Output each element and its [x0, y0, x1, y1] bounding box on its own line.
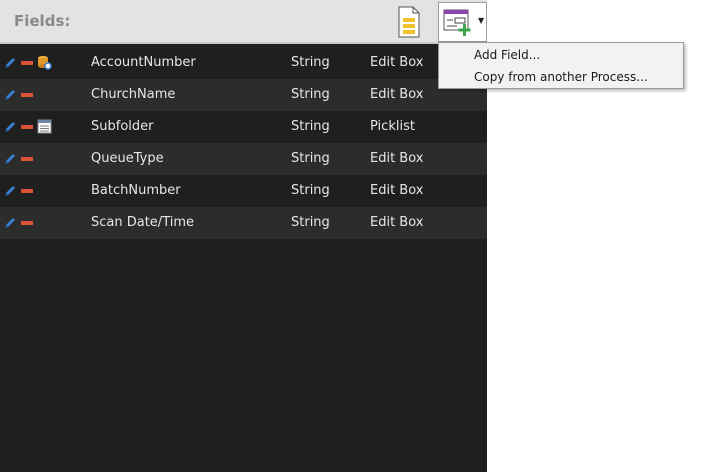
add-field-menu: Add Field... Copy from another Process..…: [438, 42, 684, 89]
field-control: Edit Box: [370, 151, 424, 166]
field-name: Subfolder: [91, 119, 154, 134]
field-type: String: [291, 55, 330, 70]
remove-icon[interactable]: [21, 157, 33, 161]
edit-pencil-icon[interactable]: [3, 120, 17, 134]
edit-pencil-icon[interactable]: [3, 184, 17, 198]
document-icon: [398, 6, 420, 38]
picklist-icon: [37, 119, 52, 134]
table-row[interactable]: AccountNumber String Edit Box: [0, 47, 487, 79]
table-row[interactable]: QueueType String Edit Box: [0, 143, 487, 175]
table-row[interactable]: ChurchName String Edit Box: [0, 79, 487, 111]
remove-icon[interactable]: [21, 93, 33, 97]
edit-pencil-icon[interactable]: [3, 152, 17, 166]
add-field-dropdown-button[interactable]: ▼: [438, 2, 487, 42]
field-type: String: [291, 183, 330, 198]
document-button[interactable]: [395, 6, 423, 38]
field-name: QueueType: [91, 151, 164, 166]
remove-icon[interactable]: [21, 189, 33, 193]
menu-item-copy-from-process[interactable]: Copy from another Process...: [474, 70, 648, 84]
fields-header: Fields: ▼: [0, 0, 487, 44]
chevron-down-icon[interactable]: ▼: [478, 16, 484, 25]
field-type: String: [291, 215, 330, 230]
field-type: String: [291, 119, 330, 134]
field-type: String: [291, 87, 330, 102]
table-row[interactable]: Scan Date/Time String Edit Box: [0, 207, 487, 239]
fields-list: AccountNumber String Edit Box ChurchName…: [0, 47, 487, 239]
database-lookup-icon: [38, 56, 52, 70]
table-row[interactable]: Subfolder String Picklist: [0, 111, 487, 143]
field-control: Edit Box: [370, 183, 424, 198]
field-control: Picklist: [370, 119, 415, 134]
remove-icon[interactable]: [21, 61, 33, 65]
edit-pencil-icon[interactable]: [3, 56, 17, 70]
field-name: Scan Date/Time: [91, 215, 195, 230]
field-name: BatchNumber: [91, 183, 181, 198]
remove-icon[interactable]: [21, 221, 33, 225]
field-control: Edit Box: [370, 215, 424, 230]
field-type: String: [291, 151, 330, 166]
fields-title: Fields:: [14, 12, 71, 30]
add-field-icon: [443, 9, 471, 36]
menu-item-add-field[interactable]: Add Field...: [474, 48, 540, 62]
field-name: ChurchName: [91, 87, 176, 102]
field-control: Edit Box: [370, 87, 424, 102]
remove-icon[interactable]: [21, 125, 33, 129]
field-control: Edit Box: [370, 55, 424, 70]
edit-pencil-icon[interactable]: [3, 88, 17, 102]
table-row[interactable]: BatchNumber String Edit Box: [0, 175, 487, 207]
field-name: AccountNumber: [91, 55, 196, 70]
fields-panel: Fields: ▼ AccountNumber String Edit Box …: [0, 0, 487, 472]
edit-pencil-icon[interactable]: [3, 216, 17, 230]
